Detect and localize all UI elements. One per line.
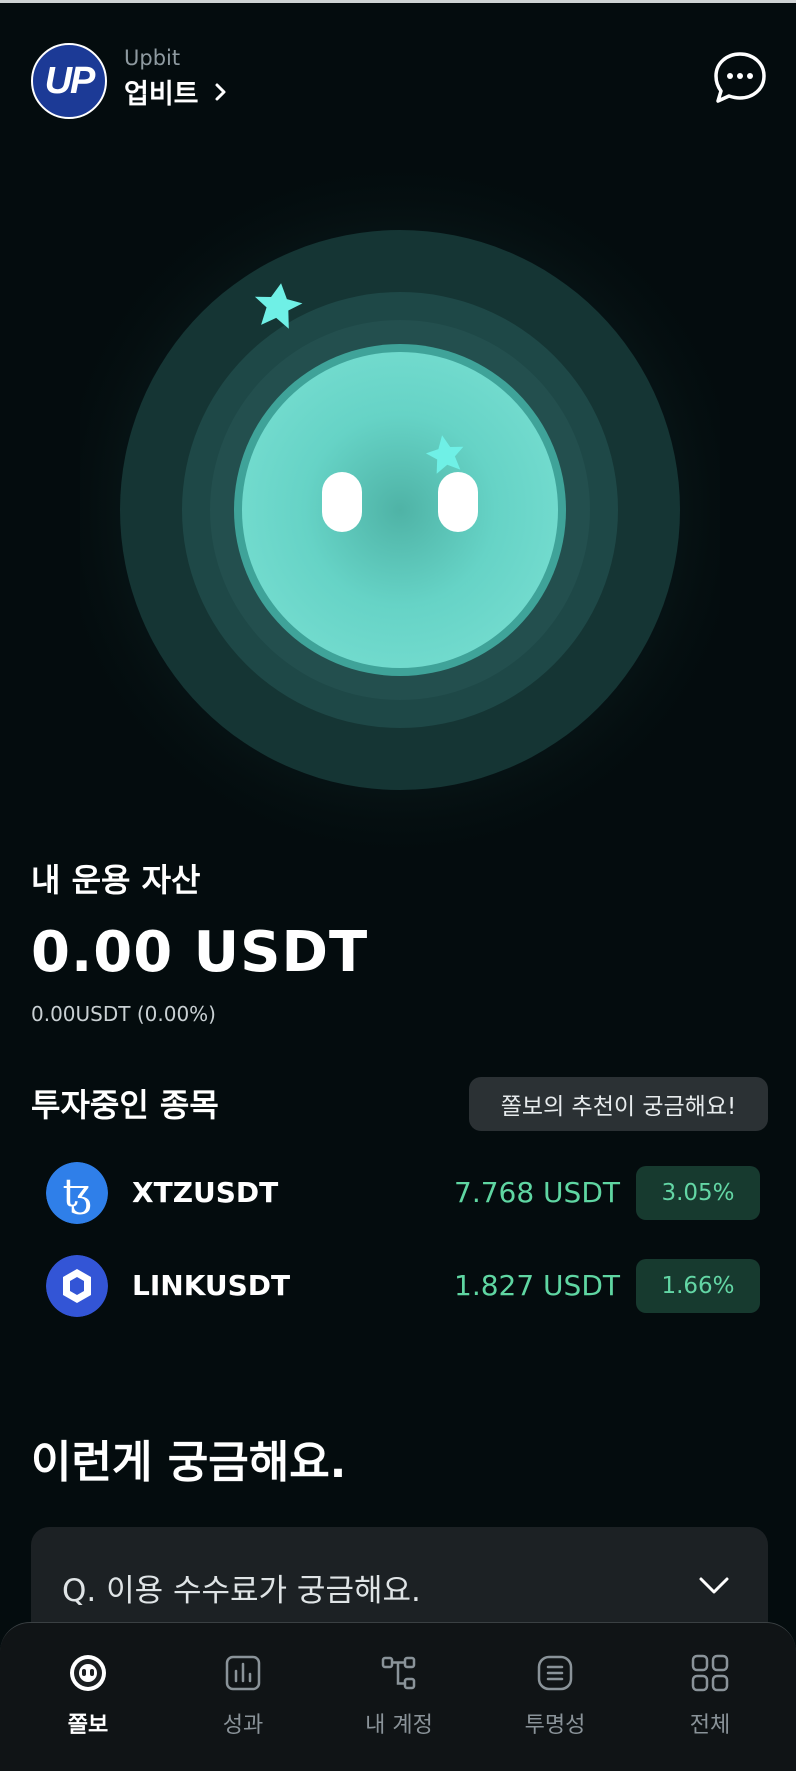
nav-label: 내 계정 — [365, 1713, 433, 1738]
document-icon — [537, 1655, 573, 1691]
recommend-button[interactable]: 쫄보의 추천이 궁금해요! — [469, 1077, 768, 1131]
nav-label: 쫄보 — [67, 1713, 109, 1738]
chevron-right-icon — [215, 83, 226, 100]
svg-text:ꜩ: ꜩ — [63, 1171, 92, 1215]
bar-chart-icon — [225, 1655, 261, 1691]
holding-price: 7.768 USDT — [454, 1176, 620, 1209]
nav-label: 전체 — [689, 1713, 731, 1738]
holding-rate: 1.66% — [636, 1259, 760, 1313]
mascot-illustration — [40, 150, 760, 870]
brand-switch-button[interactable]: 업비트 — [124, 72, 231, 111]
holding-row-link[interactable]: LINKUSDT 1.827 USDT 1.66% — [0, 1253, 796, 1323]
holding-row-xtz[interactable]: ꜩ XTZUSDT 7.768 USDT 3.05% — [0, 1160, 796, 1230]
holding-name: XTZUSDT — [132, 1176, 279, 1209]
nav-item-transparency[interactable]: 투명성 — [495, 1653, 615, 1753]
holdings-title: 투자중인 종목 — [31, 1086, 219, 1124]
chainlink-icon — [46, 1255, 108, 1317]
holding-price: 1.827 USDT — [454, 1269, 620, 1302]
brand-name: 업비트 — [124, 79, 199, 110]
account-tree-icon — [381, 1656, 416, 1690]
nav-item-all[interactable]: 전체 — [650, 1653, 770, 1753]
nav-item-performance[interactable]: 성과 — [183, 1653, 303, 1753]
faq-title: 이런게 궁금해요. — [31, 1437, 347, 1488]
nav-label: 성과 — [222, 1713, 264, 1738]
brand-subtitle: Upbit — [124, 46, 181, 70]
grid-icon — [691, 1654, 729, 1692]
faq-question: Q. 이용 수수료가 궁금해요. — [62, 1573, 421, 1609]
nav-item-jjolbo[interactable]: 쫄보 — [28, 1653, 148, 1753]
chevron-down-icon[interactable] — [697, 1569, 731, 1603]
holding-name: LINKUSDT — [132, 1269, 291, 1302]
upbit-logo[interactable]: UP — [31, 43, 107, 119]
holding-rate: 3.05% — [636, 1166, 760, 1220]
nav-item-account[interactable]: 내 계정 — [339, 1653, 459, 1753]
nav-label: 투명성 — [524, 1713, 586, 1738]
chat-bubble-icon[interactable] — [712, 50, 768, 106]
status-bar-line — [0, 0, 796, 3]
assets-title: 내 운용 자산 — [31, 861, 201, 899]
tezos-icon: ꜩ — [46, 1162, 108, 1224]
assets-change: 0.00USDT (0.00%) — [31, 1002, 216, 1026]
bottom-nav: 쫄보 성과 내 계정 투명성 전체 — [0, 1622, 796, 1771]
header: UP Upbit 업비트 — [0, 38, 796, 128]
assets-value: 0.00 USDT — [31, 920, 369, 985]
mascot-icon — [70, 1655, 106, 1691]
